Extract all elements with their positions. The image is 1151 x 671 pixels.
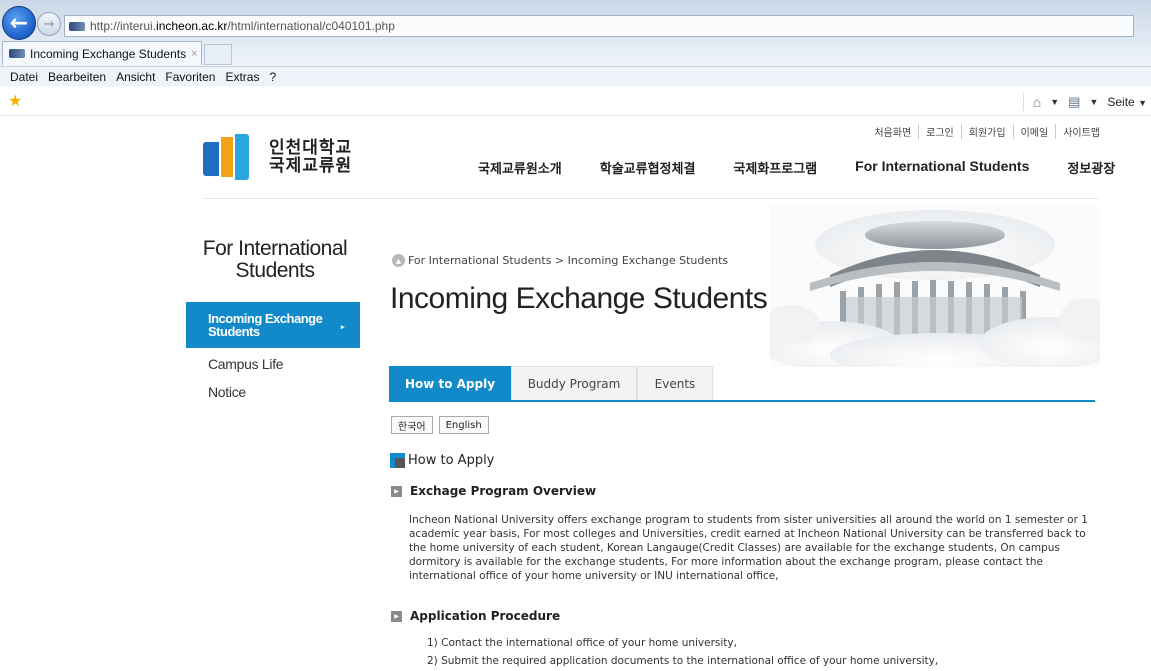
tab-how-to-apply[interactable]: How to Apply — [389, 366, 511, 400]
page-menu[interactable]: Seite ▼ — [1107, 95, 1147, 109]
section-title-text: How to Apply — [408, 453, 495, 468]
procedure-step: 1) Contact the international office of y… — [427, 637, 737, 649]
logo-mark-icon — [203, 134, 263, 180]
overview-paragraph: Incheon National University offers excha… — [409, 514, 1088, 582]
overview-heading-text: Exchage Program Overview — [410, 484, 597, 498]
sidebar-item-campus-life[interactable]: Campus Life — [208, 356, 284, 372]
page-menu-label: Seite — [1107, 95, 1135, 109]
print-icon[interactable]: ▤ — [1068, 94, 1080, 110]
english-button[interactable]: English — [438, 416, 489, 434]
tab-close-icon[interactable]: × — [191, 48, 197, 60]
new-tab-button[interactable] — [204, 44, 232, 65]
logo-line-1: 인천대학교 — [269, 138, 353, 158]
tab-events[interactable]: Events — [637, 366, 713, 400]
bullet-icon: ▶ — [391, 610, 402, 622]
sidebar-title: For International Students — [190, 238, 360, 282]
command-bar: ★ ⌂ ▼ ▤ ▼ Seite ▼ — [0, 86, 1151, 116]
browser-tab[interactable]: Incoming Exchange Students × — [2, 41, 202, 65]
nav-agreements[interactable]: 학술교류협정체결 — [600, 158, 696, 177]
browser-chrome: ← → http://interui. incheon.ac.kr/html/in… — [0, 0, 1151, 66]
chevron-down-icon: ▼ — [1138, 98, 1147, 108]
menu-help[interactable]: ? — [269, 70, 276, 84]
url-host: incheon.ac.kr — [156, 19, 228, 33]
content-tabs: How to Apply Buddy Program Events — [389, 366, 713, 400]
menu-extras[interactable]: Extras — [225, 70, 259, 84]
util-sitemap-link[interactable]: 사이트맵 — [1055, 124, 1107, 139]
web-page: 인천대학교 국제교류원 처음화면 로그인 회원가입 이메일 사이트맵 국제교류원… — [0, 116, 1151, 671]
nav-international-students[interactable]: For International Students — [855, 158, 1029, 177]
divider — [1022, 93, 1024, 111]
nav-info-plaza[interactable]: 정보광장 — [1067, 158, 1115, 177]
divider — [389, 400, 1095, 402]
site-logo[interactable]: 인천대학교 국제교류원 — [203, 134, 352, 180]
korean-button[interactable]: 한국어 — [391, 416, 433, 434]
chevron-down-icon[interactable]: ▼ — [1089, 97, 1098, 107]
logo-line-2: 국제교류원 — [269, 156, 353, 176]
menu-favoriten[interactable]: Favoriten — [165, 70, 215, 84]
menu-ansicht[interactable]: Ansicht — [116, 70, 155, 84]
tab-favicon-icon — [9, 49, 25, 58]
site-favicon-icon — [69, 21, 85, 31]
procedure-heading: ▶ Application Procedure — [391, 609, 560, 623]
page-title: Incoming Exchange Students — [390, 282, 768, 315]
sidebar-title-line-1: For International — [202, 237, 348, 260]
tab-buddy-program[interactable]: Buddy Program — [511, 366, 637, 400]
menu-bar: Datei Bearbeiten Ansicht Favoriten Extra… — [0, 66, 1151, 86]
breadcrumb: ▲ For International Students > Incoming … — [392, 254, 728, 267]
home-icon[interactable]: ⌂ — [1033, 94, 1041, 110]
sidebar-item-incoming-exchange[interactable]: Incoming Exchange Students ▸ — [186, 302, 360, 348]
section-square-icon — [390, 453, 405, 468]
bullet-icon: ▶ — [391, 485, 402, 497]
chevron-right-icon: ▸ — [340, 324, 345, 331]
forward-arrow-icon[interactable]: → — [37, 12, 61, 36]
util-home-link[interactable]: 처음화면 — [867, 124, 918, 139]
menu-bearbeiten[interactable]: Bearbeiten — [48, 70, 106, 84]
chevron-down-icon[interactable]: ▼ — [1050, 97, 1059, 107]
sidebar-item-label-line-2: Students — [208, 324, 260, 339]
nav-programs[interactable]: 국제화프로그램 — [733, 158, 817, 177]
overview-heading: ▶ Exchage Program Overview — [391, 484, 596, 498]
sidebar-item-notice[interactable]: Notice — [208, 384, 246, 400]
url-path: /html/international/c040101.php — [227, 19, 395, 33]
utility-nav: 처음화면 로그인 회원가입 이메일 사이트맵 — [867, 124, 1107, 139]
tab-title: Incoming Exchange Students — [30, 46, 187, 61]
section-title: How to Apply — [390, 453, 494, 468]
url-prefix: http://interui. — [90, 19, 157, 33]
campus-building-illustration — [770, 205, 1100, 367]
procedure-step: 2) Submit the required application docum… — [427, 655, 939, 667]
procedure-heading-text: Application Procedure — [410, 609, 561, 623]
address-bar[interactable]: http://interui. incheon.ac.kr/html/intern… — [64, 15, 1134, 37]
util-login-link[interactable]: 로그인 — [918, 124, 961, 139]
favorites-star-icon[interactable]: ★ — [8, 91, 22, 111]
back-arrow-icon[interactable]: ← — [2, 6, 36, 40]
main-nav: 국제교류원소개 학술교류협정체결 국제화프로그램 For Internation… — [478, 158, 1115, 177]
logo-text: 인천대학교 국제교류원 — [269, 139, 352, 175]
breadcrumb-text: For International Students > Incoming Ex… — [408, 254, 729, 267]
nav-about[interactable]: 국제교류원소개 — [478, 158, 562, 177]
divider — [203, 198, 1098, 199]
util-email-link[interactable]: 이메일 — [1012, 124, 1056, 139]
sidebar-title-line-2: Students — [235, 259, 315, 282]
home-icon[interactable]: ▲ — [392, 254, 405, 267]
language-switch: 한국어 English — [391, 416, 489, 434]
util-signup-link[interactable]: 회원가입 — [960, 124, 1013, 139]
menu-datei[interactable]: Datei — [10, 70, 38, 84]
